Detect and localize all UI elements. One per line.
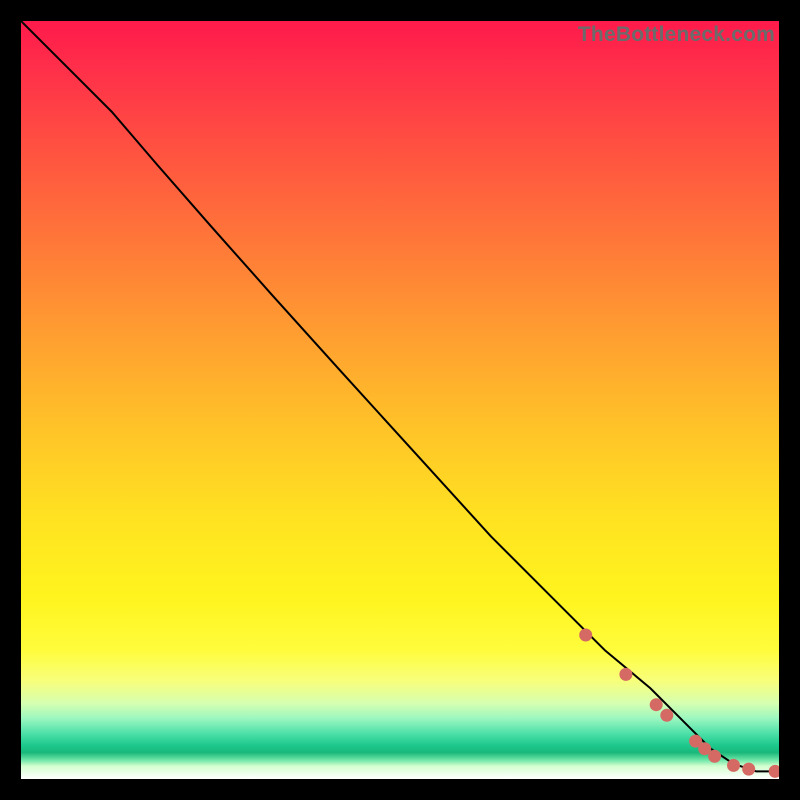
data-marker (769, 765, 779, 778)
data-marker-segment (499, 540, 537, 578)
curve-line (21, 21, 779, 771)
chart-svg (21, 21, 779, 779)
marker-layer (499, 540, 780, 778)
data-marker (727, 759, 740, 772)
data-marker (579, 629, 592, 642)
data-marker-segment (673, 721, 684, 731)
watermark-text: TheBottleneck.com (578, 23, 775, 47)
chart-frame: TheBottleneck.com (0, 0, 800, 800)
data-marker (650, 698, 663, 711)
data-marker (708, 750, 721, 763)
data-marker (742, 763, 755, 776)
data-marker (619, 668, 632, 681)
data-marker (660, 709, 673, 722)
plot-area: TheBottleneck.com (21, 21, 779, 779)
data-marker-segment (593, 643, 616, 666)
